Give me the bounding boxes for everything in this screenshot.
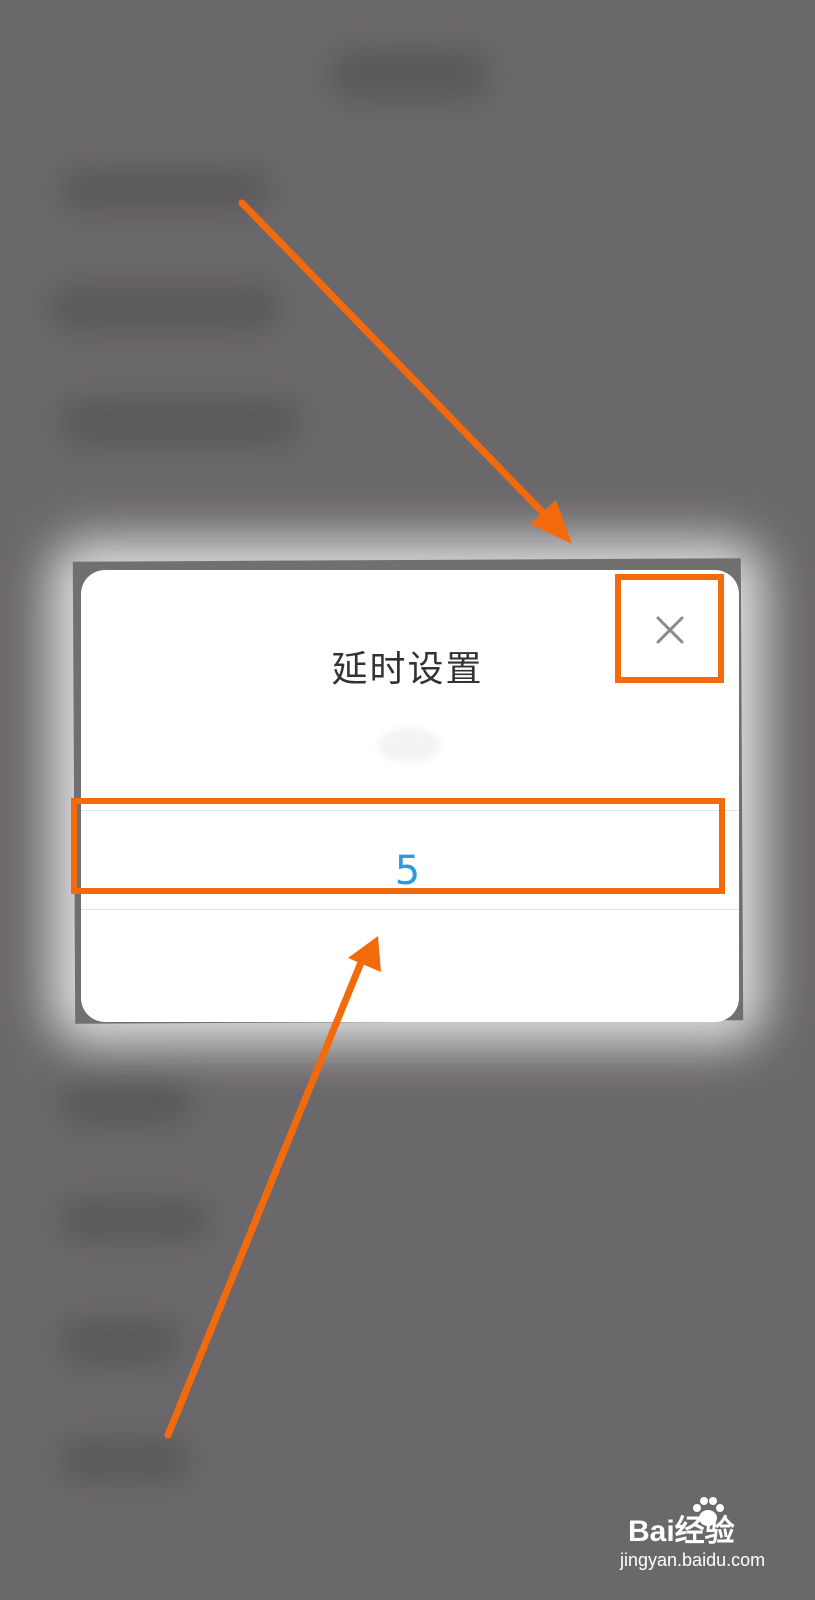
paw-icon — [693, 1497, 724, 1526]
watermark-url: jingyan.baidu.com — [620, 1550, 766, 1570]
arrow-to-close — [238, 199, 556, 526]
annotation-arrows — [164, 199, 572, 1439]
arrow-head-value — [348, 936, 381, 972]
baidu-jingyan-watermark: Bai经验 jingyan.baidu.com — [620, 1497, 788, 1590]
arrow-to-value — [164, 956, 366, 1439]
